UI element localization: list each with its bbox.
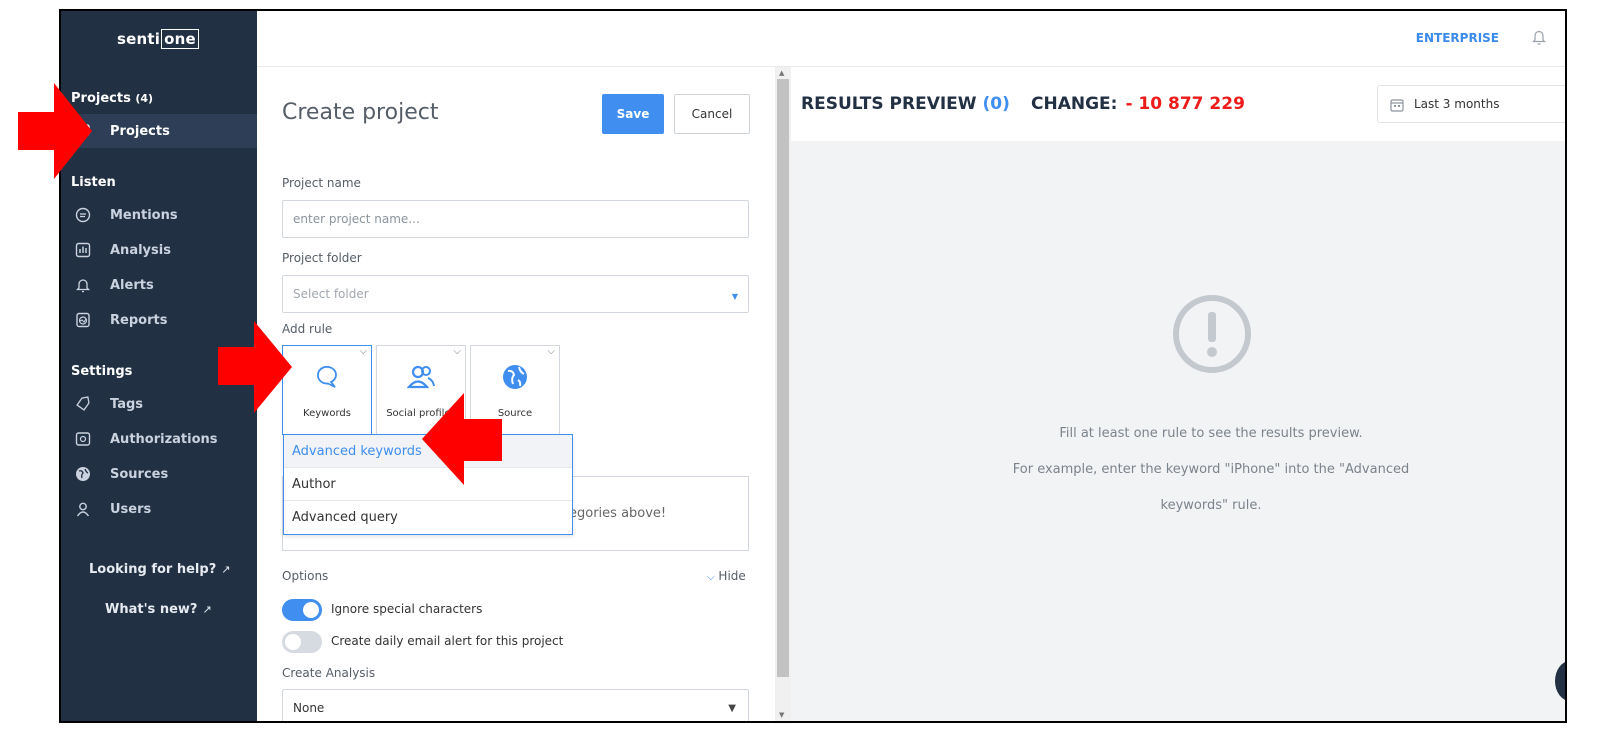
daily-email-alert-toggle[interactable]	[282, 631, 322, 653]
options-label: Options	[282, 569, 329, 583]
change-label: CHANGE:	[1031, 94, 1118, 114]
preview-header: RESULTS PREVIEW (0) CHANGE: - 10 877 229 …	[791, 67, 1565, 141]
toggle-knob	[303, 602, 319, 618]
project-name-input[interactable]	[282, 200, 749, 238]
project-folder-label: Project folder	[282, 251, 362, 265]
external-link-icon: ↗	[221, 563, 231, 576]
logo-box-text: one	[161, 29, 199, 49]
project-folder-select[interactable]: Select folder ▼	[282, 275, 749, 313]
rule-card-label: Keywords	[303, 408, 351, 419]
exclamation-circle-icon	[1172, 294, 1252, 378]
sidebar-item-label: Projects	[110, 123, 170, 139]
change-indicator: CHANGE: - 10 877 229	[1031, 94, 1245, 114]
cancel-button[interactable]: Cancel	[674, 94, 750, 134]
report-icon	[74, 311, 92, 329]
globe-icon	[74, 465, 92, 483]
empty-state-line-1: Fill at least one rule to see the result…	[1059, 426, 1363, 441]
caret-down-icon: ▼	[728, 703, 736, 714]
authorization-icon	[74, 430, 92, 448]
sidebar-item-alerts[interactable]: Alerts	[61, 268, 257, 302]
sidebar-item-sources[interactable]: Sources	[61, 457, 257, 491]
sidebar-item-label: Analysis	[110, 242, 171, 258]
annotation-arrow-icon	[218, 321, 292, 413]
sidebar-item-mentions[interactable]: Mentions	[61, 198, 257, 232]
whats-new-label: What's new?	[105, 602, 198, 617]
help-link[interactable]: Looking for help? ↗	[89, 562, 230, 577]
sidebar-item-label: Sources	[110, 466, 169, 482]
rules-hint: egories above!	[569, 506, 667, 521]
form-scrollbar[interactable]: ▲ ▼	[775, 67, 791, 721]
annotation-arrow-icon	[18, 83, 92, 179]
ignore-special-characters-label: Ignore special characters	[331, 602, 483, 616]
globe-icon	[501, 362, 529, 392]
hide-label: Hide	[718, 569, 746, 583]
sidebar-item-label: Users	[110, 501, 152, 517]
settings-section-header: Settings	[71, 364, 133, 379]
date-range-label: Last 3 months	[1414, 97, 1500, 111]
chevron-down-icon[interactable]: ⌵	[547, 346, 555, 357]
keywords-icon	[313, 362, 341, 392]
results-preview-title: RESULTS PREVIEW (0)	[801, 94, 1010, 114]
sentione-logo[interactable]: senti one	[117, 29, 199, 49]
create-analysis-select[interactable]: None ▼	[282, 689, 749, 721]
sidebar-item-label: Tags	[110, 396, 144, 412]
sidebar-item-label: Alerts	[110, 277, 154, 293]
chat-widget-edge[interactable]	[1555, 661, 1565, 701]
bell-icon	[74, 276, 92, 294]
chevron-down-icon[interactable]: ⌵	[453, 346, 461, 357]
results-count: (0)	[982, 94, 1010, 114]
ignore-special-characters-toggle[interactable]	[282, 599, 322, 621]
sidebar-item-authorizations[interactable]: Authorizations	[61, 422, 257, 456]
chevron-down-icon: ⌵	[707, 572, 715, 583]
empty-state-line-2: For example, enter the keyword "iPhone" …	[1012, 462, 1410, 477]
bar-chart-icon	[74, 241, 92, 259]
scroll-up-arrow-icon[interactable]: ▲	[779, 69, 784, 77]
plan-link[interactable]: ENTERPRISE	[1416, 31, 1499, 45]
sidebar-item-analysis[interactable]: Analysis	[61, 233, 257, 267]
results-preview-label: RESULTS PREVIEW	[801, 94, 977, 114]
annotation-arrow-icon	[422, 393, 502, 485]
help-link-label: Looking for help?	[89, 562, 217, 577]
change-value: - 10 877 229	[1125, 94, 1245, 114]
top-bar: ENTERPRISE	[257, 11, 1565, 67]
daily-email-alert-label: Create daily email alert for this projec…	[331, 634, 564, 648]
user-icon	[74, 500, 92, 518]
chevron-down-icon[interactable]: ⌵	[359, 346, 367, 357]
sidebar-item-users[interactable]: Users	[61, 492, 257, 526]
project-folder-placeholder: Select folder	[293, 287, 369, 301]
sidebar-item-label: Mentions	[110, 207, 178, 223]
empty-state-line-3: keywords" rule.	[1160, 498, 1262, 513]
project-name-label: Project name	[282, 176, 361, 190]
notifications-bell-icon[interactable]	[1531, 28, 1547, 50]
whats-new-link[interactable]: What's new? ↗	[105, 602, 212, 617]
toggle-knob	[285, 634, 301, 650]
rule-card-label: Source	[497, 408, 533, 419]
message-circle-icon	[74, 206, 92, 224]
tag-icon	[74, 395, 92, 413]
results-preview-panel: RESULTS PREVIEW (0) CHANGE: - 10 877 229 …	[791, 67, 1565, 721]
create-analysis-value: None	[293, 701, 325, 715]
rule-card-keywords[interactable]: ⌵ Keywords	[282, 345, 372, 435]
calendar-icon	[1390, 98, 1404, 115]
sidebar-item-label: Authorizations	[110, 431, 218, 447]
logo-text: senti	[117, 30, 161, 48]
save-button[interactable]: Save	[602, 94, 664, 134]
create-analysis-label: Create Analysis	[282, 666, 376, 680]
create-project-form: Create project Save Cancel Project name …	[257, 67, 775, 721]
external-link-icon: ↗	[202, 603, 212, 616]
caret-down-icon: ▼	[731, 292, 738, 301]
hide-options-link[interactable]: ⌵ Hide	[707, 569, 746, 583]
users-icon	[406, 362, 436, 392]
scroll-down-arrow-icon[interactable]: ▼	[779, 711, 784, 719]
page-title: Create project	[282, 100, 439, 125]
projects-count: (4)	[135, 92, 154, 105]
date-range-picker[interactable]: Last 3 months	[1377, 85, 1565, 123]
sidebar-item-label: Reports	[110, 312, 168, 328]
scroll-thumb[interactable]	[777, 79, 789, 677]
dropdown-item-advanced-query[interactable]: Advanced query	[284, 501, 572, 534]
